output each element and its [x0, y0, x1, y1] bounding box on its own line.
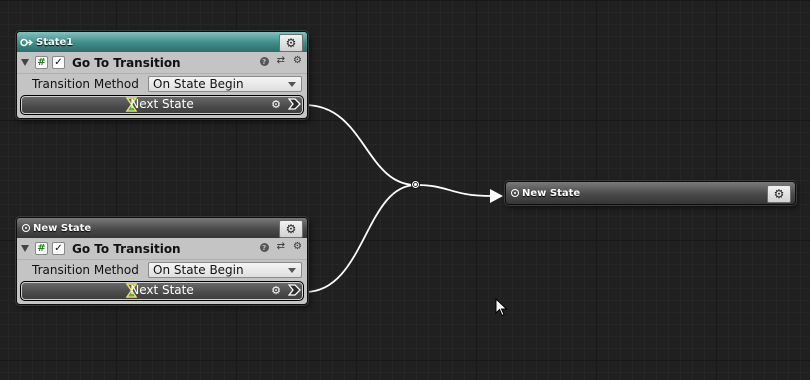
node-header[interactable]: New State ⚙ [17, 218, 307, 238]
port-label: Next State [130, 283, 194, 297]
port-label: Next State [130, 97, 194, 111]
gear-icon[interactable]: ⚙ [271, 97, 281, 112]
collapse-arrow-icon[interactable] [21, 245, 29, 252]
preset-icon[interactable]: ⇄ [277, 55, 285, 66]
node-title: New State [522, 187, 581, 199]
mouse-cursor-icon [495, 298, 508, 317]
action-header[interactable]: # ✓ Go To Transition ? ⇄ ⚙ [17, 52, 307, 74]
action-title: Go To Transition [72, 55, 181, 70]
transition-method-row: Transition Method On State Begin [17, 260, 307, 280]
transition-method-dropdown[interactable]: On State Begin [148, 262, 302, 278]
collapse-arrow-icon[interactable] [21, 59, 29, 66]
preset-icon[interactable]: ⇄ [277, 241, 285, 252]
state-node-state1[interactable]: State1 ⚙ # ✓ Go To Transition ? ⇄ ⚙ Tran… [16, 31, 308, 119]
gear-icon: ⚙ [285, 222, 297, 236]
action-title: Go To Transition [72, 241, 181, 256]
field-label: Transition Method [32, 263, 139, 277]
node-header[interactable]: New State ⚙ [506, 182, 795, 204]
gear-icon: ⚙ [285, 36, 297, 50]
gear-icon[interactable]: ⚙ [293, 241, 302, 252]
output-knob-icon[interactable] [288, 98, 301, 110]
wire-newstate-to-reroute [304, 184, 417, 293]
reroute-node[interactable] [411, 180, 420, 189]
enabled-checkbox[interactable]: ✓ [52, 242, 65, 255]
node-settings-button[interactable]: ⚙ [279, 34, 303, 52]
enabled-checkbox[interactable]: ✓ [52, 56, 65, 69]
state-icon [22, 224, 30, 232]
node-title: State1 [36, 36, 74, 48]
input-arrow-icon[interactable] [490, 189, 503, 203]
dropdown-value: On State Begin [153, 263, 244, 277]
wire-reroute-to-target [415, 184, 493, 197]
gear-icon[interactable]: ⚙ [293, 55, 302, 66]
state-node-new-state[interactable]: New State ⚙ # ✓ Go To Transition ? ⇄ ⚙ T… [16, 217, 308, 305]
node-header[interactable]: State1 ⚙ [17, 32, 307, 52]
dropdown-value: On State Begin [153, 77, 244, 91]
state-icon [511, 189, 519, 197]
transition-method-dropdown[interactable]: On State Begin [148, 76, 302, 92]
dropdown-arrow-icon [288, 82, 296, 87]
node-settings-button[interactable]: ⚙ [279, 220, 303, 238]
transition-method-row: Transition Method On State Begin [17, 74, 307, 94]
field-label: Transition Method [32, 77, 139, 91]
help-icon[interactable]: ? [259, 243, 269, 252]
hash-icon: # [35, 242, 48, 255]
node-title: New State [33, 222, 92, 234]
help-icon[interactable]: ? [259, 57, 269, 66]
dropdown-arrow-icon [288, 268, 296, 273]
state-node-target-new-state[interactable]: New State ⚙ [505, 181, 796, 205]
hash-icon: # [35, 56, 48, 69]
node-settings-button[interactable]: ⚙ [767, 185, 791, 203]
gear-icon: ⚙ [773, 187, 785, 201]
wire-state1-to-reroute [304, 104, 417, 186]
action-header[interactable]: # ✓ Go To Transition ? ⇄ ⚙ [17, 238, 307, 260]
entry-state-icon [20, 38, 33, 47]
next-state-output-port[interactable]: Next State ⚙ [20, 281, 304, 301]
gear-icon[interactable]: ⚙ [271, 283, 281, 298]
output-knob-icon[interactable] [288, 284, 301, 296]
next-state-output-port[interactable]: Next State ⚙ [20, 95, 304, 115]
